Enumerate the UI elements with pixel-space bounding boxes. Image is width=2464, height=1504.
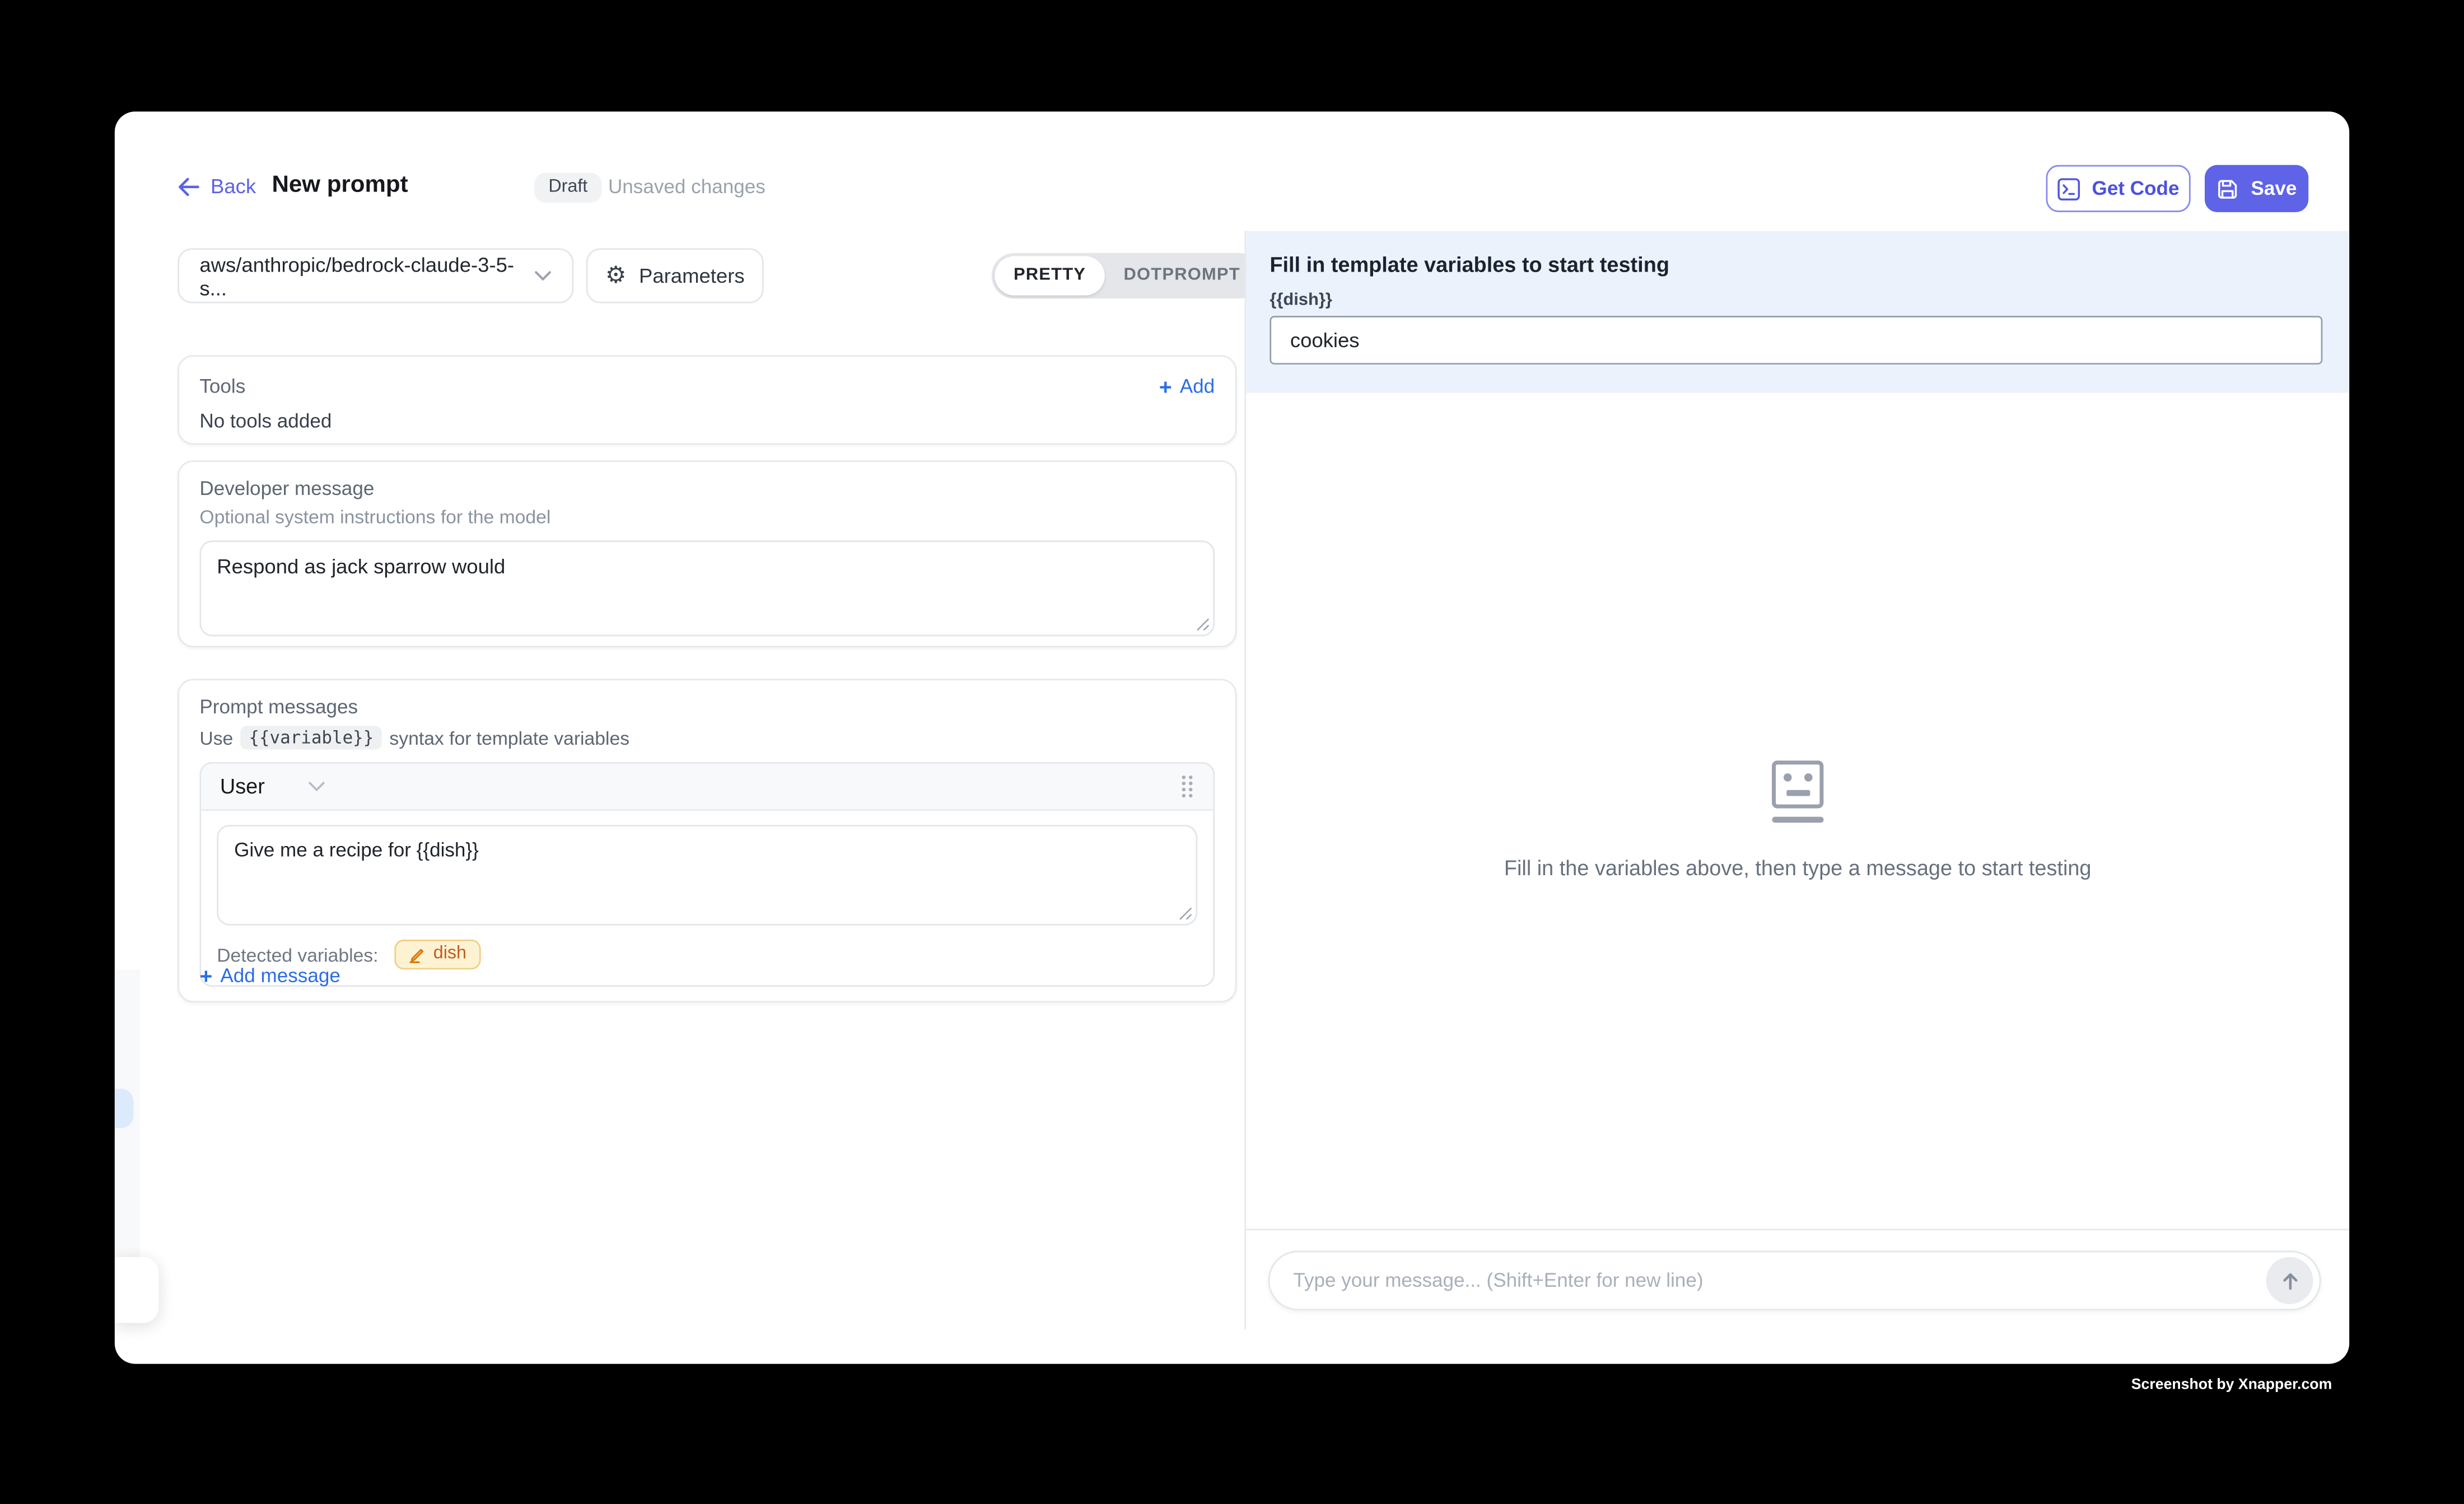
detected-variables-row: Detected variables: dish <box>217 940 1197 969</box>
add-tool-label: Add <box>1180 376 1215 398</box>
developer-message-hint: Optional system instructions for the mod… <box>199 506 1215 528</box>
template-variables-section: Fill in template variables to start test… <box>1246 231 2349 393</box>
hint-suffix: syntax for template variables <box>389 727 629 749</box>
get-code-label: Get Code <box>2092 178 2180 199</box>
add-message-label: Add message <box>220 965 340 987</box>
developer-message-panel: Developer message Optional system instru… <box>178 460 1236 647</box>
gear-icon: ⚙ <box>605 264 627 287</box>
arrow-up-icon <box>2279 1271 2299 1291</box>
developer-message-input[interactable]: Respond as jack sparrow would <box>199 540 1215 636</box>
detected-variables-label: Detected variables: <box>217 943 378 965</box>
variable-syntax-chip: {{variable}} <box>241 726 381 749</box>
hint-prefix: Use <box>199 727 233 749</box>
robot-face-icon <box>1771 760 1824 823</box>
empty-state: Fill in the variables above, then type a… <box>1246 760 2349 880</box>
variable-chip-dish[interactable]: dish <box>394 940 481 969</box>
tools-panel: Tools Add No tools added <box>178 355 1236 445</box>
chat-divider <box>1246 1229 2349 1230</box>
send-button[interactable] <box>2266 1257 2313 1304</box>
message-body: Give me a recipe for {{dish}} Detected v… <box>201 811 1213 985</box>
toggle-option-pretty[interactable]: PRETTY <box>995 256 1105 295</box>
variable-chip-label: dish <box>433 944 466 963</box>
tools-label: Tools <box>199 376 245 398</box>
chat-input-container <box>1268 1251 2321 1311</box>
code-icon <box>2057 177 2081 200</box>
clipped-popover-selected-item <box>115 1089 134 1128</box>
back-button[interactable]: Back <box>178 174 256 198</box>
view-mode-toggle: PRETTY DOTPROMPT <box>992 253 1262 298</box>
screenshot-stage: Back New prompt Draft Unsaved changes Ge… <box>0 0 2464 1503</box>
template-variables-title: Fill in template variables to start test… <box>1270 253 2321 277</box>
developer-message-label: Developer message <box>199 478 1215 499</box>
save-icon <box>2216 177 2240 200</box>
add-tool-button[interactable]: Add <box>1159 376 1215 398</box>
chevron-down-icon <box>307 781 325 792</box>
drag-handle-icon[interactable] <box>1180 774 1194 798</box>
page-title: New prompt <box>272 171 408 198</box>
prompt-messages-label: Prompt messages <box>199 696 1215 718</box>
empty-state-text: Fill in the variables above, then type a… <box>1246 856 2349 880</box>
parameters-button[interactable]: ⚙ Parameters <box>586 248 764 303</box>
tools-empty-text: No tools added <box>199 410 1215 432</box>
variable-name-label: {{dish}} <box>1270 291 2321 310</box>
resize-handle-icon[interactable] <box>1196 618 1210 632</box>
variable-value-input[interactable] <box>1270 316 2322 365</box>
model-selector-value: aws/anthropic/bedrock-claude-3-5-s... <box>199 252 534 299</box>
resize-handle-icon[interactable] <box>1179 907 1193 921</box>
save-label: Save <box>2251 178 2297 199</box>
model-selector[interactable]: aws/anthropic/bedrock-claude-3-5-s... <box>178 248 573 303</box>
toggle-option-dotprompt[interactable]: DOTPROMPT <box>1105 256 1259 295</box>
save-button[interactable]: Save <box>2205 165 2308 212</box>
back-label: Back <box>211 174 256 198</box>
message-role-value: User <box>220 774 265 798</box>
message-role-select[interactable]: User <box>220 774 325 798</box>
get-code-button[interactable]: Get Code <box>2046 165 2191 212</box>
clipped-popover-box <box>115 1257 159 1323</box>
chevron-down-icon <box>534 270 552 282</box>
add-message-button[interactable]: Add message <box>199 965 340 987</box>
watermark-text: Screenshot by Xnapper.com <box>2131 1376 2332 1394</box>
unsaved-changes-note: Unsaved changes <box>608 176 766 198</box>
prompt-messages-panel: Prompt messages Use {{variable}} syntax … <box>178 679 1236 1002</box>
app-window: Back New prompt Draft Unsaved changes Ge… <box>115 111 2349 1363</box>
message-header: User <box>201 764 1213 811</box>
status-badge: Draft <box>534 173 601 203</box>
prompt-messages-hint: Use {{variable}} syntax for template var… <box>199 726 1215 749</box>
message-block: User Give me a recipe for {{dish}} <box>199 762 1215 987</box>
back-arrow-icon <box>178 177 199 196</box>
chat-message-input[interactable] <box>1293 1269 2266 1291</box>
edit-pencil-icon <box>408 945 426 963</box>
message-content-input[interactable]: Give me a recipe for {{dish}} <box>217 825 1197 926</box>
parameters-label: Parameters <box>639 264 745 287</box>
